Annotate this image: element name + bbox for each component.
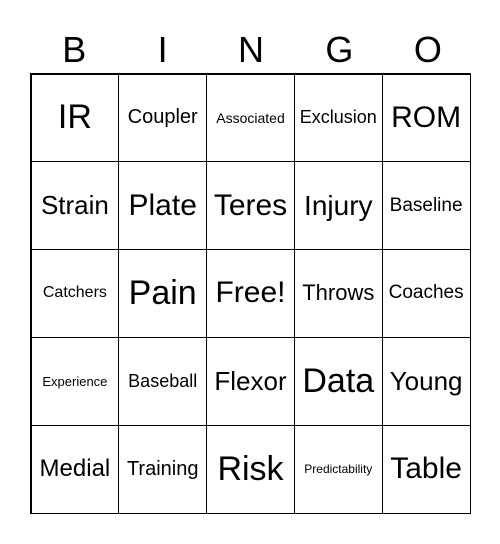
bingo-cell: Data [293, 336, 383, 426]
bingo-cell: Associated [206, 73, 295, 163]
header-letter-n: N [238, 29, 265, 70]
bingo-cell: IR [30, 73, 120, 163]
bingo-cell: Coupler [118, 73, 208, 163]
bingo-header: B I N G O [30, 28, 472, 72]
bingo-cell: Baseball [118, 336, 208, 426]
bingo-cell: Predictability [293, 424, 383, 514]
bingo-cell: Catchers [30, 249, 120, 338]
bingo-cell: Experience [30, 336, 120, 426]
bingo-cell-free: Free! [206, 249, 295, 338]
bingo-cell: Plate [118, 161, 208, 251]
bingo-cell: Baseline [381, 161, 471, 251]
bingo-cell: Medial [30, 424, 120, 514]
bingo-cell: Strain [30, 161, 120, 251]
bingo-cell: Table [381, 424, 471, 514]
bingo-cell: Training [118, 424, 208, 514]
bingo-cell: Coaches [381, 249, 471, 338]
bingo-cell: ROM [381, 73, 471, 163]
bingo-grid: IR Coupler Associated Exclusion ROM Stra… [30, 73, 471, 514]
bingo-cell: Teres [206, 161, 295, 251]
bingo-cell: Exclusion [293, 73, 383, 163]
header-letter-b: B [62, 29, 87, 70]
header-letter-o: O [413, 29, 442, 70]
bingo-cell: Young [381, 336, 471, 426]
bingo-cell: Throws [293, 249, 383, 338]
bingo-cell: Pain [118, 249, 208, 338]
header-letter-g: G [325, 29, 354, 70]
bingo-cell: Risk [206, 424, 295, 514]
bingo-cell: Flexor [206, 336, 295, 426]
bingo-cell: Injury [293, 161, 383, 251]
header-letter-i: I [157, 29, 168, 70]
